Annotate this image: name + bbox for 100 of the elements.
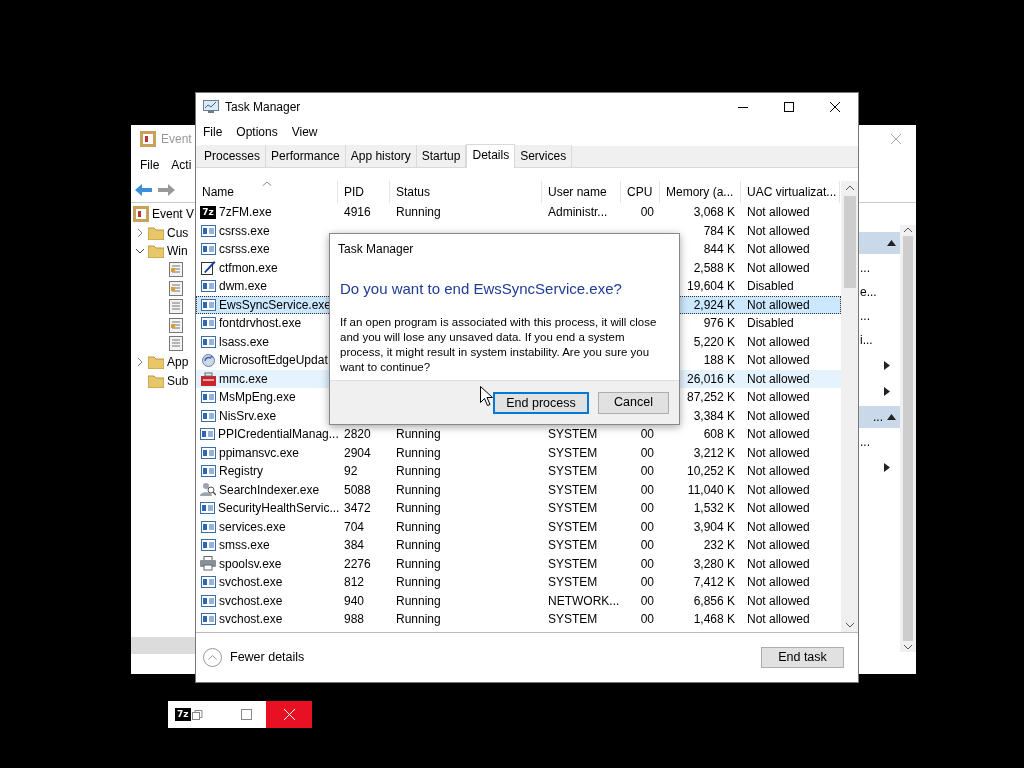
table-cell-text: 00	[640, 592, 654, 610]
table-cell-text: ctfmon.exe	[219, 259, 278, 277]
table-cell-text: NETWORK...	[548, 592, 620, 610]
table-cell-text: Administr...	[548, 204, 608, 222]
table-cell-text: svchost.exe	[219, 592, 283, 610]
table-cell-text: Running	[396, 463, 441, 481]
table-cell-text: dwm.exe	[219, 278, 268, 296]
table-cell-text: Not allowed	[747, 500, 810, 518]
table-cell-text: Running	[396, 204, 441, 222]
table-cell-text: 2904	[344, 444, 371, 462]
table-cell-text: 00	[640, 426, 654, 444]
table-cell-text: svchost.exe	[219, 574, 283, 592]
table-cell-text: SYSTEM	[548, 500, 598, 518]
table-cell-text: 00	[640, 574, 654, 592]
table-cell-text: SYSTEM	[548, 574, 598, 592]
table-cell-text: Not allowed	[747, 574, 810, 592]
table-cell-text: SYSTEM	[548, 555, 598, 573]
table-cell-text: 5,220 K	[693, 333, 735, 351]
table-cell-text: 5088	[344, 481, 371, 499]
table-cell-text: 7zFM.exe	[219, 204, 272, 222]
table-cell-text: 704	[344, 518, 365, 536]
table-cell-text: ppimansvc.exe	[219, 444, 300, 462]
table-cell-text: spoolsv.exe	[219, 555, 282, 573]
table-cell-text: Not allowed	[747, 352, 810, 370]
table-cell-text: Registry	[219, 463, 263, 481]
table-cell-text: SYSTEM	[548, 537, 598, 555]
table-cell-text: fontdrvhost.exe	[219, 315, 302, 333]
table-cell-text: PPICredentialManag...	[218, 426, 339, 444]
table-cell-text: services.exe	[219, 518, 286, 536]
table-cell-text: 940	[344, 592, 365, 610]
table-cell-text: 00	[640, 204, 654, 222]
table-cell-text: 976 K	[703, 315, 735, 333]
table-cell-text: Not allowed	[747, 222, 810, 240]
table-cell-text: Not allowed	[747, 555, 810, 573]
table-cell-text: 3,384 K	[693, 407, 735, 425]
dialog-heading: Do you want to end EwsSyncService.exe?	[340, 279, 623, 299]
table-cell-text: svchost.exe	[219, 611, 283, 629]
table-cell-text: 384	[344, 537, 365, 555]
table-cell-text: Disabled	[747, 315, 794, 333]
table-cell-text: 3,212 K	[693, 444, 735, 462]
table-cell-text: SYSTEM	[548, 481, 598, 499]
table-cell-text: smss.exe	[219, 537, 270, 555]
table-cell-text: Not allowed	[747, 463, 810, 481]
table-cell-text: 87,252 K	[686, 389, 735, 407]
table-cell-text: EwsSyncService.exe	[219, 296, 332, 314]
table-cell-text: lsass.exe	[219, 333, 270, 351]
table-cell-text: 19,604 K	[686, 278, 735, 296]
table-cell-text: Disabled	[747, 278, 794, 296]
table-cell-text: 4916	[344, 204, 371, 222]
table-cell-text: 11,040 K	[687, 481, 735, 499]
table-cell-text: 2,588 K	[693, 259, 735, 277]
table-cell-text: Not allowed	[747, 537, 810, 555]
table-cell-text: 00	[640, 463, 654, 481]
table-cell-text: 1,532 K	[693, 500, 735, 518]
table-cell-text: csrss.exe	[219, 222, 270, 240]
table-cell-text: 26,016 K	[686, 370, 735, 388]
table-cell-text: SYSTEM	[548, 444, 598, 462]
table-cell-text: SearchIndexer.exe	[219, 481, 320, 499]
table-cell-text: 3,068 K	[693, 204, 735, 222]
table-cell-text: Not allowed	[747, 444, 810, 462]
table-cell-text: Running	[396, 500, 441, 518]
table-cell-text: 2,924 K	[693, 296, 735, 314]
table-cell-text: Running	[396, 518, 441, 536]
table-cell-text: Not allowed	[747, 611, 810, 629]
table-cell-text: Not allowed	[747, 204, 810, 222]
table-cell-text: Running	[396, 555, 441, 573]
table-cell-text: Running	[396, 592, 441, 610]
table-cell-text: Running	[396, 537, 441, 555]
table-cell-text: 7,412 K	[693, 574, 735, 592]
table-cell-text: 232 K	[703, 537, 735, 555]
table-cell-text: 1,468 K	[693, 611, 735, 629]
table-cell-text: Not allowed	[747, 592, 810, 610]
table-cell-text: Not allowed	[747, 370, 810, 388]
table-cell-text: SecurityHealthServic...	[218, 500, 340, 518]
table-cell-text: 812	[344, 574, 365, 592]
archive-logo-icon: 7z	[200, 205, 216, 219]
table-cell-text: Not allowed	[747, 259, 810, 277]
table-cell-text: 00	[640, 611, 654, 629]
table-cell-text: SYSTEM	[548, 426, 598, 444]
table-cell-text: 00	[640, 555, 654, 573]
window-title: Task Manager	[225, 99, 301, 116]
table-cell-text: Not allowed	[747, 296, 810, 314]
table-cell-text: 3472	[344, 500, 371, 518]
table-cell-text: Not allowed	[747, 518, 810, 536]
table-cell-text: NisSrv.exe	[219, 407, 277, 425]
table-cell-text: 2276	[344, 555, 371, 573]
dialog-message: If an open program is associated with this process, it will close and you will lose any unsaved data. If you end a system process, it might result in system instability. Are you sure you want to continue?	[340, 314, 658, 375]
table-cell-text: 00	[640, 537, 654, 555]
table-cell-text: SYSTEM	[548, 463, 598, 481]
table-cell-text: Running	[396, 444, 441, 462]
table-cell-text: 10,252 K	[686, 463, 735, 481]
table-cell-text: Running	[396, 574, 441, 592]
table-cell-text: 00	[640, 500, 654, 518]
table-cell-text: 608 K	[703, 426, 735, 444]
table-cell-text: 3,280 K	[693, 555, 735, 573]
table-cell-text: csrss.exe	[219, 241, 270, 259]
archive-logo-icon: 7z	[175, 708, 191, 721]
table-cell-text: 00	[640, 481, 654, 499]
table-cell-text: 2820	[344, 426, 371, 444]
table-cell-text: mmc.exe	[219, 370, 268, 388]
